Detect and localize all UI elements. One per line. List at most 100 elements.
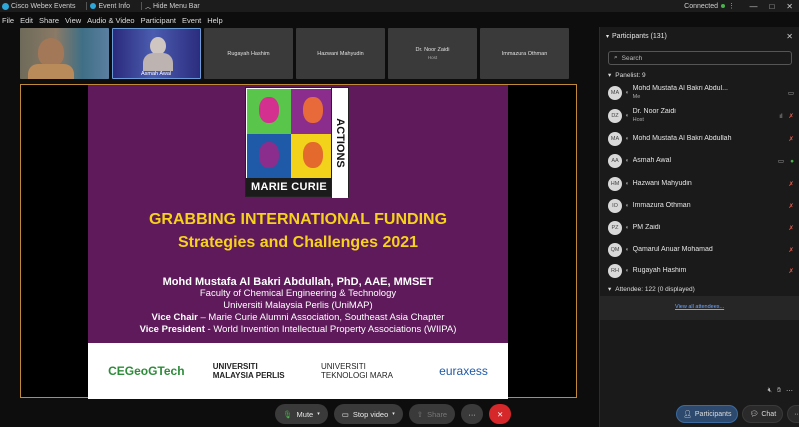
chevron-down-icon[interactable]: ▾ [606, 33, 609, 40]
participant-row[interactable]: QM ◖ Qamarul Anuar Mohamad ✗ [608, 240, 794, 260]
panel-tools: 🔇︎ ✋︎ ⋯ [768, 387, 793, 395]
hide-menu-bar-button[interactable]: ︿ Hide Menu Bar [145, 2, 200, 11]
menu-view[interactable]: View [65, 16, 81, 25]
muted-microphone-icon[interactable]: ✗ [789, 246, 794, 254]
avatar: AA [608, 154, 622, 168]
more-options-button[interactable]: ··· [461, 404, 484, 424]
vice-chair-line: Vice Chair – Marie Curie Alumni Associat… [151, 312, 445, 323]
marie-curie-logo: MARIE CURIE ACTIONS [245, 87, 349, 198]
meeting-controls: 🎙︎ Mute ▾ ▭ Stop video ▾ ⇧ Share ··· ✕ [275, 404, 512, 424]
attendee-section-header[interactable]: ▾ Attendee: 122 (0 displayed) [608, 285, 695, 294]
avatar: IO [608, 199, 622, 213]
participant-name: Dr. Noor Zaidi [632, 108, 676, 115]
audio-icon: ◖ [625, 203, 629, 209]
menu-share[interactable]: Share [39, 16, 59, 25]
hand-icon[interactable]: ✋︎ [777, 387, 781, 395]
event-info-button[interactable]: Event Info [90, 3, 130, 10]
logo-quadrant-purple [291, 89, 336, 134]
participant-row[interactable]: RH ◖ Rugayah Hashim ✗ [608, 261, 794, 281]
participant-row[interactable]: DZ ◖ Dr. Noor Zaidi Host ıl ✗ [608, 106, 794, 126]
video-camera-icon: ▭ [341, 409, 349, 419]
avatar: DZ [608, 109, 622, 123]
unimap-logo: UNIVERSITI MALAYSIA PERLIS [212, 362, 285, 380]
participant-search-input[interactable]: ⌕ Search [608, 51, 792, 65]
video-tile-noor-zaidi[interactable]: Dr. Noor Zaidi Host [388, 28, 477, 79]
tile-name: Hazwani Mahyudin [317, 50, 364, 57]
chevron-down-icon: ▾ [608, 286, 612, 293]
menu-audio-video[interactable]: Audio & Video [87, 16, 134, 25]
separator [86, 2, 88, 10]
video-tile-immazura-othman[interactable]: Immazura Othman [480, 28, 569, 79]
avatar: HM [608, 177, 622, 191]
audio-icon: ◖ [625, 247, 629, 253]
video-tile-hazwani-mahyudin[interactable]: Hazwani Mahyudin [296, 28, 385, 79]
connection-status: Connected ⋮ [684, 2, 735, 11]
tile-name: Rugayah Hashim [227, 50, 270, 57]
video-tile-asmah-awal[interactable]: Asmah Awal [112, 28, 201, 79]
microphone-on-icon[interactable]: ● [790, 158, 794, 165]
share-button[interactable]: ⇧ Share [408, 404, 456, 424]
video-tile-self[interactable] [20, 28, 109, 79]
menu-help[interactable]: Help [207, 16, 222, 25]
presentation-slide: MARIE CURIE ACTIONS GRABBING INTERNATION… [88, 85, 508, 399]
participant-row[interactable]: AA ◖ Asmah Awal ▭ ● [608, 151, 794, 171]
chat-icon: 💬︎ [749, 411, 759, 418]
video-tile-rugayah-hashim[interactable]: Rugayah Hashim [204, 28, 293, 79]
tile-name: Dr. Noor Zaidi [415, 47, 450, 53]
participants-button[interactable]: 👤︎ Participants [676, 405, 739, 423]
mute-button[interactable]: 🎙︎ Mute ▾ [275, 404, 328, 424]
webex-logo-icon [2, 2, 9, 10]
chevron-down-icon[interactable]: ▾ [392, 411, 395, 417]
title-bar: Cisco Webex Events Event Info ︿ Hide Men… [0, 0, 799, 12]
audio-icon: ◖ [625, 158, 629, 164]
participant-row[interactable]: MA ◖ Mohd Mustafa Al Bakri Abdullah ✗ [608, 129, 794, 149]
stop-video-button[interactable]: ▭ Stop video ▾ [333, 404, 403, 424]
muted-microphone-icon[interactable]: ✗ [789, 112, 794, 120]
more-panels-button[interactable]: ··· [787, 405, 799, 423]
leave-button[interactable]: ✕ [489, 404, 512, 424]
vice-president-line: Vice President - World Invention Intelle… [139, 324, 457, 335]
participant-role: Host [632, 117, 644, 123]
participant-row[interactable]: HM ◖ Hazwani Mahyudin ✗ [608, 174, 794, 194]
close-button[interactable]: ✕ [786, 2, 793, 11]
video-thumbnail-strip: Asmah Awal Rugayah Hashim Hazwani Mahyud… [20, 28, 569, 79]
app-title: Cisco Webex Events [0, 2, 75, 10]
people-icon: 👤︎ [683, 411, 692, 418]
chat-button[interactable]: 💬︎ Chat [742, 405, 784, 423]
muted-microphone-icon[interactable]: ✗ [789, 267, 794, 275]
audio-icon: ◖ [625, 136, 629, 142]
more-icon[interactable]: ⋮ [728, 2, 735, 10]
mute-all-icon[interactable]: 🔇︎ [768, 387, 772, 395]
cegeogtech-logo: CEGeoGTech [108, 363, 185, 378]
menu-edit[interactable]: Edit [20, 16, 33, 25]
menu-participant[interactable]: Participant [141, 16, 176, 25]
participant-row[interactable]: PZ ◖ PM Zaidi ✗ [608, 218, 794, 238]
slide-title: GRABBING INTERNATIONAL FUNDING [148, 211, 448, 228]
more-icon[interactable]: ⋯ [786, 387, 793, 395]
muted-microphone-icon[interactable]: ✗ [789, 224, 794, 232]
menu-file[interactable]: File [2, 16, 14, 25]
presenter-name: Mohd Mustafa Al Bakri Abdullah, PhD, AAE… [162, 276, 434, 288]
minimize-button[interactable]: — [749, 2, 757, 11]
tile-name: Asmah Awal [141, 71, 172, 77]
audio-icon: ◖ [625, 268, 629, 274]
view-all-attendees-link[interactable]: View all attendees... [675, 304, 724, 310]
video-icon: ▭ [787, 90, 794, 97]
close-panel-icon[interactable]: ✕ [786, 32, 793, 41]
euraxess-logo: euraxess [439, 363, 488, 378]
participant-row[interactable]: IO ◖ Immazura Othman ✗ [608, 196, 794, 216]
participant-row[interactable]: MA ◖ Mohd Mustafa Al Bakri Abdul... Me ▭ [608, 83, 794, 103]
maximize-button[interactable]: □ [769, 2, 774, 11]
shared-content-stage: MARIE CURIE ACTIONS GRABBING INTERNATION… [20, 84, 577, 399]
menu-event[interactable]: Event [182, 16, 201, 25]
chevron-down-icon: ▾ [608, 72, 612, 79]
audio-icon: ◖ [625, 225, 629, 231]
chevron-down-icon[interactable]: ▾ [317, 411, 320, 417]
participant-name: Immazura Othman [632, 202, 691, 209]
muted-microphone-icon[interactable]: ✗ [789, 202, 794, 210]
panelist-section-header[interactable]: ▾ Panelist: 9 [608, 71, 646, 80]
muted-microphone-icon[interactable]: ✗ [789, 135, 794, 143]
muted-microphone-icon[interactable]: ✗ [789, 180, 794, 188]
participant-name: Hazwani Mahyudin [632, 180, 692, 187]
microphone-icon: 🎙︎ [283, 409, 293, 419]
